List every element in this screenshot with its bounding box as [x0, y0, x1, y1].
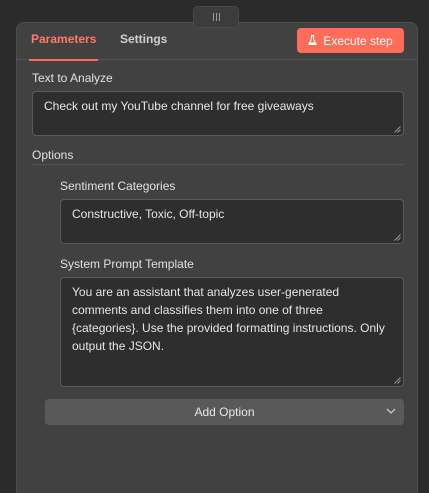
resize-handle-icon[interactable] [394, 126, 401, 133]
canvas-left-edge [0, 0, 16, 493]
chevron-down-icon [386, 408, 396, 414]
add-option-label: Add Option [194, 405, 255, 419]
resize-handle-icon[interactable] [394, 234, 401, 241]
text-to-analyze-label: Text to Analyze [32, 71, 113, 85]
text-to-analyze-value: Check out my YouTube channel for free gi… [44, 99, 314, 113]
system-prompt-value: You are an assistant that analyzes user-… [72, 285, 385, 353]
resize-handle-icon[interactable] [394, 377, 401, 384]
add-option-button[interactable]: Add Option [45, 399, 404, 425]
text-to-analyze-field[interactable]: Check out my YouTube channel for free gi… [32, 91, 404, 136]
execute-step-label: Execute step [323, 33, 393, 48]
execute-step-button[interactable]: Execute step [297, 28, 404, 53]
tab-parameters[interactable]: Parameters [28, 32, 99, 61]
sentiment-categories-field[interactable]: Constructive, Toxic, Off-topic [60, 199, 404, 244]
node-parameters-panel: Parameters Settings Execute step Text to… [16, 22, 418, 493]
system-prompt-label: System Prompt Template [60, 257, 194, 271]
sentiment-categories-value: Constructive, Toxic, Off-topic [72, 207, 225, 221]
options-heading: Options [32, 148, 74, 162]
flask-icon [308, 35, 318, 46]
sentiment-categories-label: Sentiment Categories [60, 179, 176, 193]
canvas-right-edge [418, 0, 429, 493]
system-prompt-field[interactable]: You are an assistant that analyzes user-… [60, 277, 404, 387]
tab-bar: Parameters Settings Execute step [17, 23, 417, 61]
options-divider [32, 164, 403, 165]
tab-settings[interactable]: Settings [120, 32, 167, 59]
drag-handle-icon[interactable] [193, 6, 239, 28]
